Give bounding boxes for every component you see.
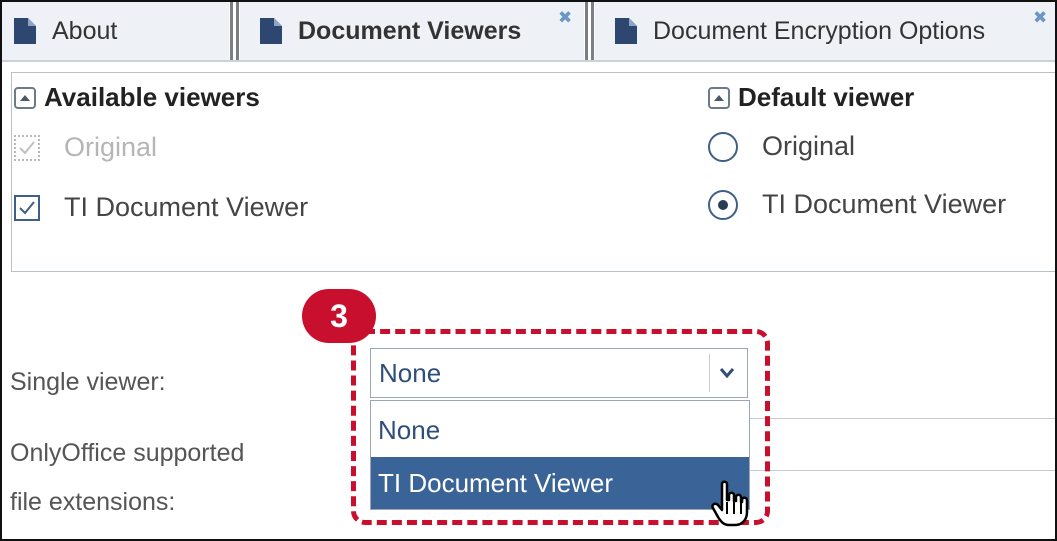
hand-cursor-icon [711,480,749,527]
row-divider [750,470,1055,471]
default-viewer-ti-document-viewer[interactable]: TI Document Viewer [708,189,1006,220]
option-label: Original [64,132,158,162]
radio-button[interactable] [708,189,738,220]
callout-highlight [351,329,770,525]
available-viewer-original: Original [14,132,157,163]
tab-bar: About Document Viewers ✖ Document Encryp… [2,2,1055,62]
check-icon [19,200,35,214]
onlyoffice-label-line2: file extensions: [10,488,176,516]
close-icon[interactable]: ✖ [1033,8,1047,28]
section-title: Default viewer [738,82,915,112]
collapse-icon[interactable] [708,86,730,109]
option-label: Original [762,131,856,161]
option-label: TI Document Viewer [64,192,309,222]
tab-separator [236,2,239,60]
check-icon [19,140,35,154]
tab-label: About [52,16,118,45]
tab-document-viewers[interactable]: Document Viewers ✖ [240,2,584,60]
available-viewers-header[interactable]: Available viewers [14,82,260,113]
document-icon [615,18,637,44]
tab-document-encryption-options[interactable]: Document Encryption Options ✖ [595,2,1055,60]
default-viewer-original[interactable]: Original [708,131,855,162]
available-viewer-ti-document-viewer[interactable]: TI Document Viewer [14,192,308,223]
tab-label: Document Viewers [298,16,522,45]
document-icon [260,18,282,44]
document-icon [14,18,36,44]
step-badge: 3 [302,289,376,343]
onlyoffice-label-line1: OnlyOffice supported [10,439,245,467]
section-title: Available viewers [44,82,260,112]
tab-separator [230,2,233,60]
checkbox [14,134,40,161]
row-divider [750,418,1055,419]
collapse-icon[interactable] [14,86,36,109]
tab-label: Document Encryption Options [653,16,986,45]
radio-button[interactable] [708,131,738,162]
tab-separator [591,2,594,60]
single-viewer-label: Single viewer: [10,368,166,396]
close-icon[interactable]: ✖ [558,8,572,28]
default-viewer-header[interactable]: Default viewer [708,82,914,113]
option-label: TI Document Viewer [762,189,1007,219]
window-frame: About Document Viewers ✖ Document Encryp… [0,0,1057,541]
checkbox[interactable] [14,194,40,221]
tab-separator [585,2,588,60]
tab-about[interactable]: About [2,2,229,60]
